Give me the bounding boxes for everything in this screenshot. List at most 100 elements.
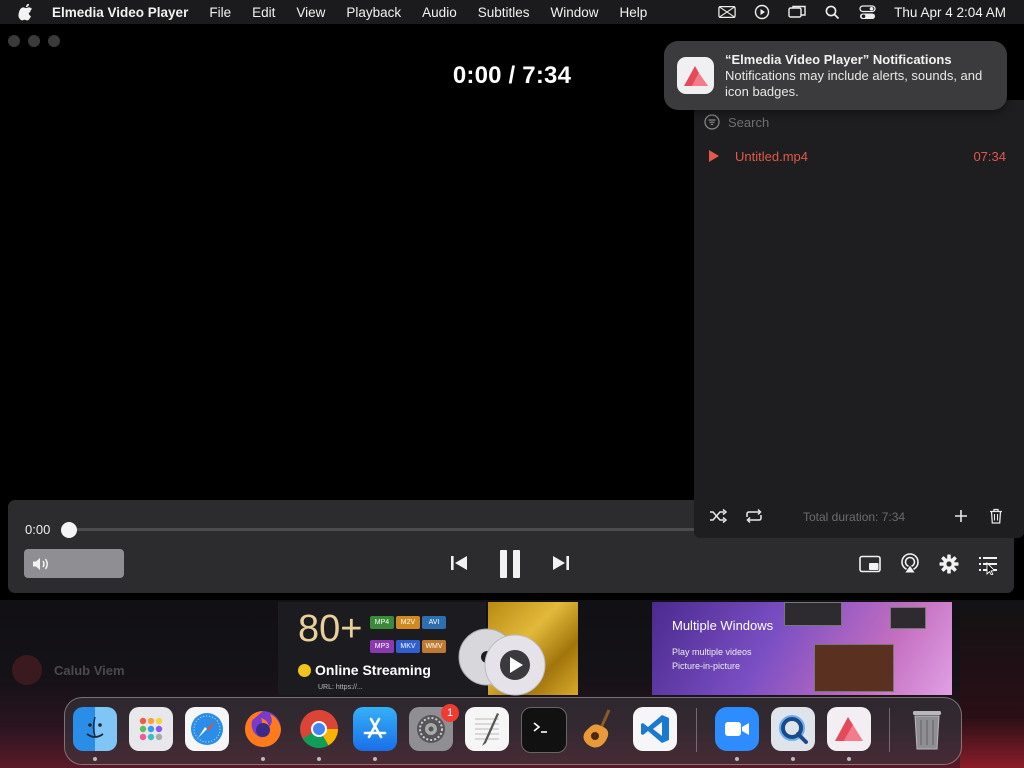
airplay-button[interactable]	[899, 553, 921, 575]
vscode-icon[interactable]	[633, 707, 677, 751]
playlist-item-name: Untitled.mp4	[735, 149, 808, 164]
firefox-icon[interactable]	[241, 707, 285, 751]
dvd-disc-icon	[458, 628, 546, 696]
playlist-toggle-button[interactable]	[977, 553, 999, 575]
elmedia-app-icon	[677, 57, 714, 94]
wallpaper-strip	[960, 600, 1024, 768]
plus-icon	[955, 510, 967, 522]
playlist-icon	[979, 557, 997, 575]
running-indicator	[847, 757, 851, 761]
elmedia-dock-icon[interactable]	[827, 707, 871, 751]
next-track-button[interactable]	[550, 552, 572, 574]
format-badges: MP4 M2V AVI MP3 MKV WMV	[370, 611, 470, 659]
window-thumbnail	[784, 602, 842, 626]
video-off-status-icon[interactable]	[718, 3, 736, 21]
format-badge: MP3	[370, 640, 394, 653]
minimize-window-button[interactable]	[28, 35, 40, 47]
close-window-button[interactable]	[8, 35, 20, 47]
playlist-footer: Total duration: 7:34	[694, 504, 1024, 528]
finder-icon[interactable]	[73, 707, 117, 751]
current-time: 0:00	[25, 522, 51, 537]
repeat-button[interactable]	[744, 506, 764, 526]
menu-file[interactable]: File	[209, 5, 231, 20]
menu-playback[interactable]: Playback	[346, 5, 401, 20]
dock: 1	[64, 697, 962, 765]
format-badge: MKV	[396, 640, 420, 653]
now-playing-icon	[709, 150, 719, 162]
check-icon	[298, 663, 311, 677]
multiple-windows-desc: Play multiple videos Picture-in-picture	[672, 645, 752, 673]
promo-banner: 80+ MP4 M2V AVI MP3 MKV WMV Online Streaming…	[278, 602, 952, 695]
playlist-search[interactable]: Search	[704, 112, 769, 132]
settings-button[interactable]	[938, 553, 960, 575]
textedit-icon[interactable]	[465, 707, 509, 751]
chrome-icon[interactable]	[297, 707, 341, 751]
apple-menu-icon[interactable]	[18, 3, 36, 21]
running-indicator	[373, 757, 377, 761]
running-indicator	[317, 757, 321, 761]
window-thumbnail	[814, 644, 894, 692]
launchpad-icon[interactable]	[129, 707, 173, 751]
menu-subtitles[interactable]: Subtitles	[478, 5, 530, 20]
pause-button[interactable]	[498, 548, 522, 580]
search-placeholder: Search	[728, 114, 770, 130]
running-indicator	[93, 757, 97, 761]
zoom-window-button[interactable]	[48, 35, 60, 47]
airplay-audio-icon	[901, 553, 919, 574]
control-center-icon[interactable]	[858, 3, 876, 21]
playlist-item[interactable]: Untitled.mp4 07:34	[708, 146, 1008, 166]
playlist-panel: Search Untitled.mp4 07:34 Total duration…	[694, 100, 1024, 538]
terminal-icon[interactable]	[521, 707, 567, 753]
previous-track-button[interactable]	[448, 552, 470, 574]
mw-line-2: Picture-in-picture	[672, 661, 741, 671]
running-indicator	[261, 757, 265, 761]
playlist-item-duration: 07:34	[973, 149, 1006, 164]
screen-mirroring-icon[interactable]	[788, 3, 806, 21]
menubar-clock[interactable]: Thu Apr 4 2:04 AM	[894, 5, 1006, 20]
delete-item-button[interactable]	[986, 506, 1006, 526]
notification-title: “Elmedia Video Player” Notifications	[725, 52, 952, 67]
menu-app-name[interactable]: Elmedia Video Player	[52, 5, 188, 20]
window-thumbnail	[890, 607, 926, 629]
running-indicator	[791, 757, 795, 761]
menu-window[interactable]: Window	[550, 5, 598, 20]
dock-separator	[889, 708, 890, 752]
notification-badge: 1	[441, 704, 459, 722]
mw-line-1: Play multiple videos	[672, 647, 752, 657]
app-store-icon[interactable]	[353, 707, 397, 751]
notification-body: Notifications may include alerts, sounds…	[725, 68, 983, 99]
skip-forward-icon	[553, 556, 569, 570]
trash-dock-icon[interactable]	[905, 707, 949, 751]
faded-logo-icon	[12, 655, 42, 685]
dock-separator	[696, 708, 697, 752]
shuffle-button[interactable]	[708, 506, 728, 526]
format-badge: AVI	[422, 616, 446, 629]
menu-audio[interactable]: Audio	[422, 5, 457, 20]
safari-icon[interactable]	[185, 707, 229, 751]
menu-help[interactable]: Help	[620, 5, 648, 20]
add-item-button[interactable]	[951, 506, 971, 526]
picture-in-picture-button[interactable]	[859, 554, 881, 574]
menu-view[interactable]: View	[296, 5, 325, 20]
seek-handle[interactable]	[61, 522, 77, 538]
zoom-icon[interactable]	[715, 707, 759, 751]
spotlight-search-icon[interactable]	[823, 3, 841, 21]
shuffle-icon	[710, 508, 727, 524]
format-badge: M2V	[396, 616, 420, 629]
menu-edit[interactable]: Edit	[252, 5, 275, 20]
volume-slider[interactable]	[24, 549, 124, 578]
repeat-icon	[746, 508, 762, 524]
speaker-icon	[31, 555, 51, 578]
quicktime-icon[interactable]	[771, 707, 815, 751]
streaming-text: Online Streaming	[315, 662, 431, 678]
formats-count: 80+	[298, 608, 363, 650]
faded-desktop-label: Calub Viem	[12, 655, 125, 685]
notification-banner[interactable]: “Elmedia Video Player” Notifications Not…	[664, 41, 1007, 110]
running-indicator	[735, 757, 739, 761]
total-duration: Total duration: 7:34	[803, 510, 906, 524]
play-circle-status-icon[interactable]	[753, 3, 771, 21]
gear-icon	[939, 554, 959, 574]
garageband-icon[interactable]	[577, 707, 621, 751]
pause-icon	[500, 550, 520, 578]
url-field-label: URL: https://...	[318, 684, 363, 691]
